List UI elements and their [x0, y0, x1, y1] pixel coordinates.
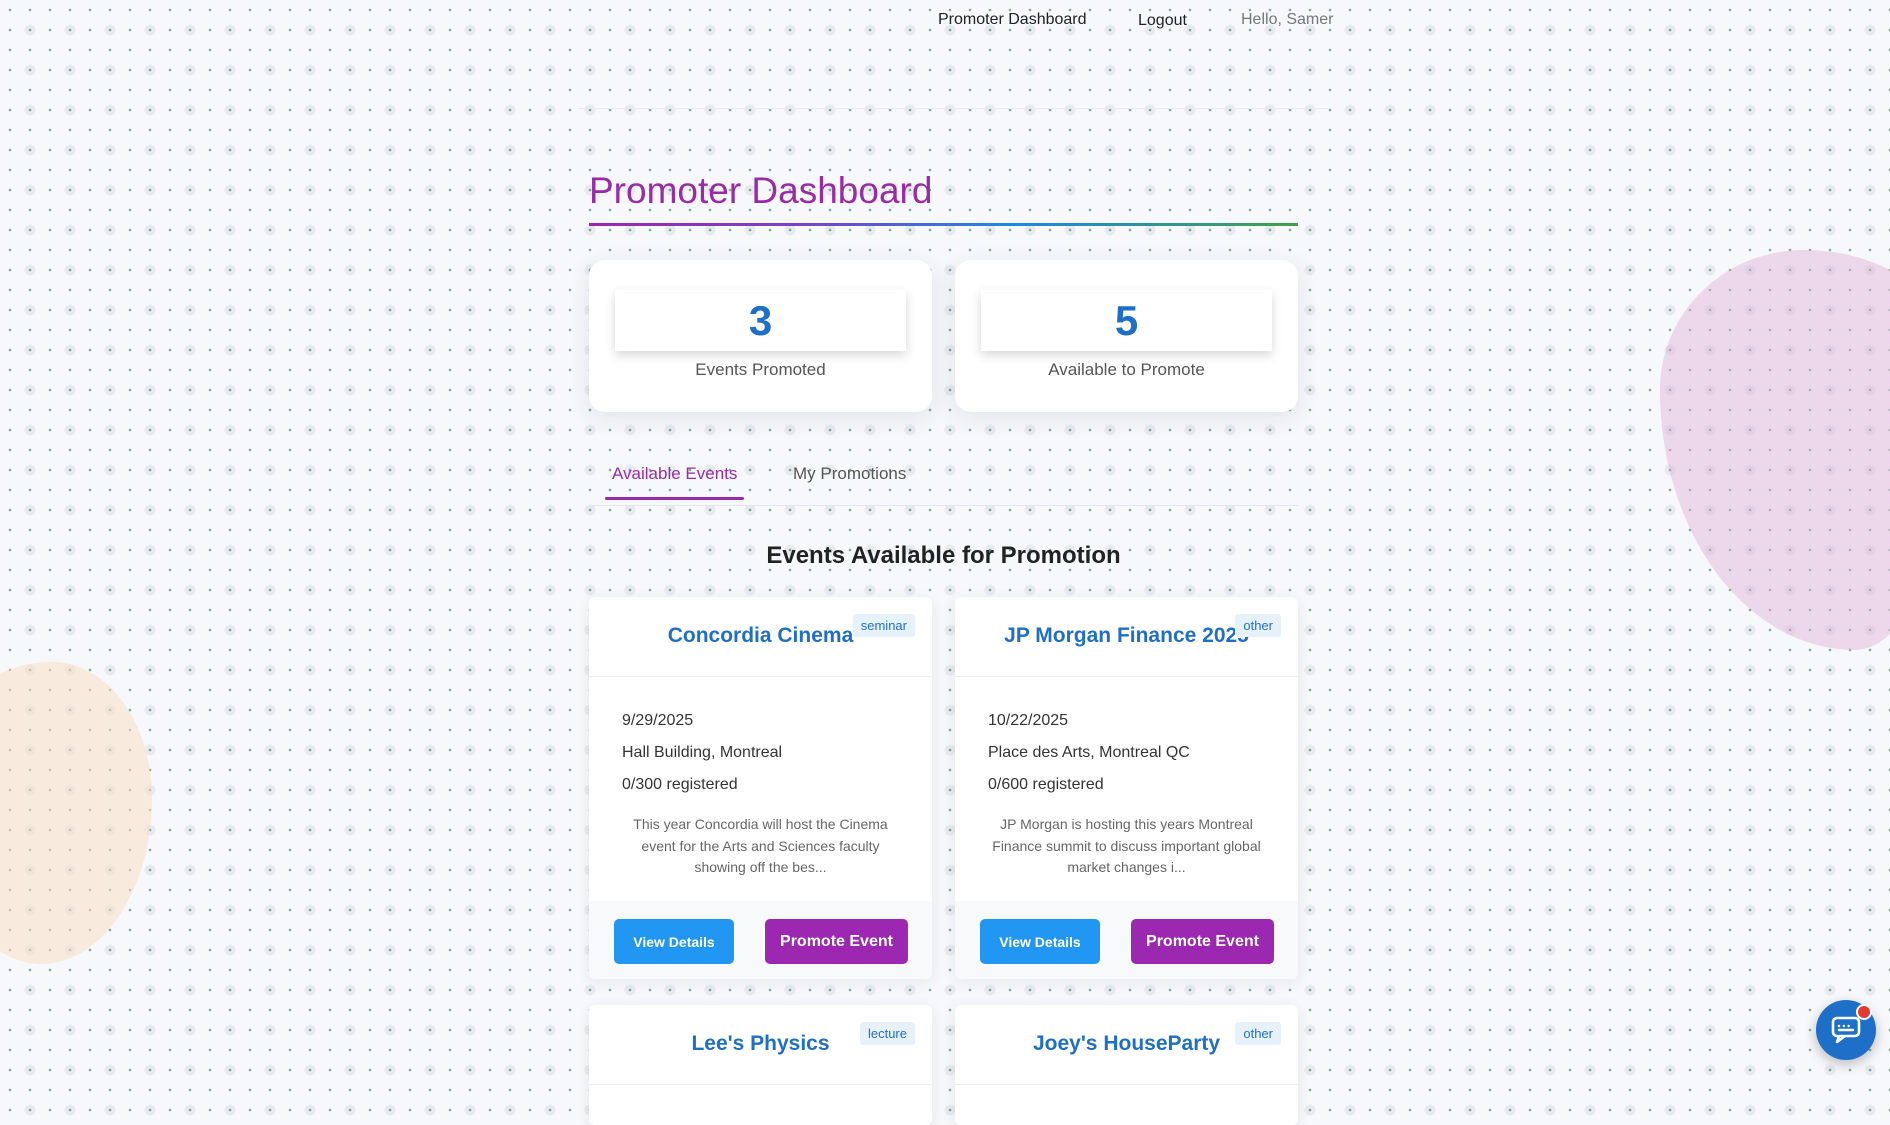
event-card-header: Lee's Physics lecture	[589, 1005, 932, 1085]
tabs-bar: Available Events My Promotions	[589, 456, 1298, 506]
event-date: 9/29/2025	[622, 712, 694, 729]
event-category-badge: other	[1235, 614, 1281, 637]
event-description: JP Morgan is hosting this years Montreal…	[992, 816, 1261, 875]
tab-available-events[interactable]: Available Events	[604, 464, 745, 500]
nav-dashboard-link[interactable]: Promoter Dashboard	[938, 11, 1087, 29]
view-details-button[interactable]: View Details	[614, 919, 734, 964]
user-greeting: Hello, Samer	[1241, 11, 1334, 28]
event-category-badge: lecture	[859, 1022, 915, 1045]
event-card: Lee's Physics lecture	[589, 1005, 932, 1125]
stat-value: 5	[981, 290, 1272, 351]
event-category-badge: other	[1235, 1022, 1281, 1045]
event-description: This year Concordia will host the Cinema…	[633, 816, 888, 875]
event-card-header: Concordia Cinema seminar	[589, 597, 932, 677]
decorative-blob-pink	[1660, 250, 1890, 650]
event-registration-count: 0/300 registered	[622, 776, 738, 793]
decorative-blob-peach	[0, 662, 152, 964]
stat-label: Events Promoted	[695, 360, 826, 379]
header-divider	[578, 108, 1330, 109]
event-location: Hall Building, Montreal	[622, 744, 783, 761]
stat-card-events-promoted: 3 Events Promoted	[589, 260, 932, 412]
top-navigation: Promoter Dashboard Logout Hello, Samer	[0, 0, 1890, 44]
stat-value: 3	[615, 290, 906, 351]
promote-event-button[interactable]: Promote Event	[765, 919, 908, 964]
event-card: JP Morgan Finance 2025 other 10/22/2025 …	[955, 597, 1298, 979]
notification-dot	[1856, 1004, 1872, 1020]
view-details-button[interactable]: View Details	[980, 919, 1100, 964]
promote-event-button[interactable]: Promote Event	[1131, 919, 1274, 964]
stat-label: Available to Promote	[1048, 360, 1205, 379]
chat-button[interactable]	[1816, 1000, 1876, 1060]
nav-logout-link[interactable]: Logout	[1138, 12, 1187, 30]
event-card: Concordia Cinema seminar 9/29/2025 Hall …	[589, 597, 932, 979]
event-category-badge: seminar	[852, 614, 915, 637]
event-card-footer: View Details Promote Event	[589, 901, 932, 979]
section-heading: Events Available for Promotion	[766, 542, 1121, 569]
event-card: Joey's HouseParty other	[955, 1005, 1298, 1125]
tab-my-promotions[interactable]: My Promotions	[793, 464, 906, 484]
event-location: Place des Arts, Montreal QC	[988, 744, 1190, 761]
event-date: 10/22/2025	[988, 712, 1069, 729]
page-title: Promoter Dashboard	[589, 170, 933, 211]
title-gradient-underline	[589, 223, 1298, 226]
event-card-footer: View Details Promote Event	[955, 901, 1298, 979]
event-card-header: Joey's HouseParty other	[955, 1005, 1298, 1085]
chat-bubble-icon	[1831, 1016, 1861, 1044]
event-card-header: JP Morgan Finance 2025 other	[955, 597, 1298, 677]
stat-card-available-to-promote: 5 Available to Promote	[955, 260, 1298, 412]
event-registration-count: 0/600 registered	[988, 776, 1104, 793]
